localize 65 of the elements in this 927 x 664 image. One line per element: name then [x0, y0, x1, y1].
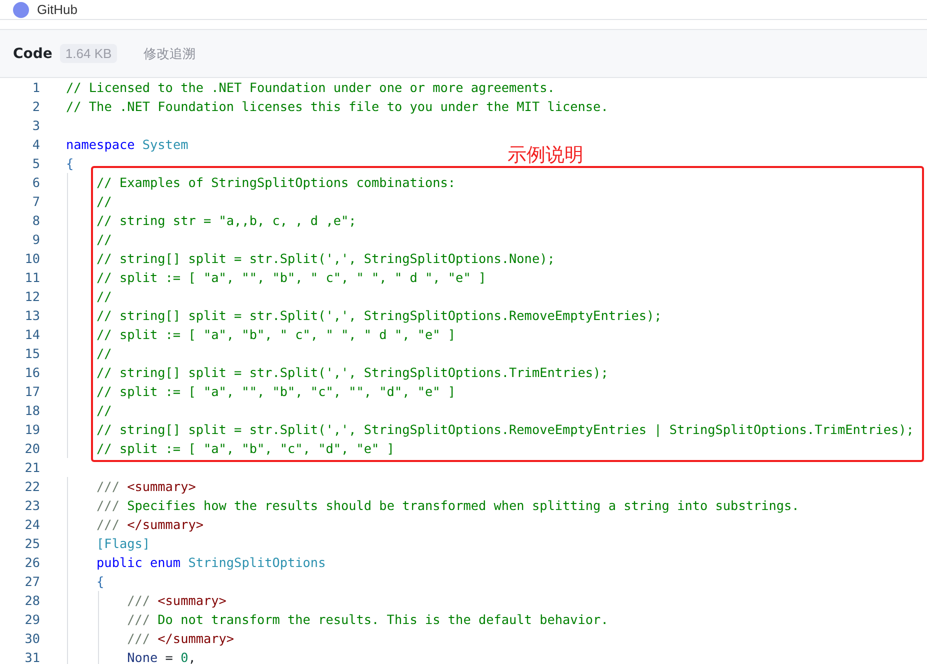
line-number: 6 — [31, 174, 41, 192]
site-name: GitHub — [37, 2, 78, 18]
view-tab[interactable]: Code — [13, 46, 52, 62]
line-number: 21 — [24, 459, 41, 477]
code-line: /// <summary> — [127, 593, 226, 608]
line-number: 1 — [31, 79, 41, 97]
line-number: 12 — [24, 288, 41, 306]
code-line: { — [96, 574, 104, 589]
line-number: 24 — [24, 516, 41, 534]
code-line: public enum StringSplitOptions — [96, 555, 326, 570]
line-number: 14 — [24, 326, 41, 344]
code-line: [Flags] — [96, 536, 150, 551]
code-line: // Licensed to the .NET Foundation under one or more agreements. — [66, 80, 555, 95]
line-number: 26 — [24, 554, 41, 572]
code-line: /// Do not transform the results. This is the default behavior. — [127, 612, 608, 627]
file-size: 1.64 KB — [60, 44, 117, 63]
avatar-icon — [13, 2, 29, 18]
code-line: // string[] split = str.Split(',', StringSplitOptions.RemoveEmptyEntries); — [96, 308, 662, 323]
code-line: /// </summary> — [127, 631, 234, 646]
line-number: 8 — [31, 212, 41, 230]
line-number: 3 — [31, 117, 41, 135]
line-number: 28 — [24, 592, 41, 610]
line-number: 13 — [24, 307, 41, 325]
line-number: 7 — [31, 193, 41, 211]
code-line: // — [96, 346, 112, 361]
code-line: // split := [ "a", "b", " c", " ", " d ", "e" ] — [96, 327, 456, 342]
line-number: 18 — [24, 402, 41, 420]
code-line: // — [96, 232, 112, 247]
code-line: // split := [ "a", "", "b", " c", " ", " d ", "e" ] — [96, 270, 486, 285]
code-line: /// </summary> — [96, 517, 204, 532]
code-line: /// <summary> — [96, 479, 196, 494]
code-line: // — [96, 194, 112, 209]
code-line: // string[] split = str.Split(',', StringSplitOptions.RemoveEmptyEntries | StringSplitOptions.TrimEntries); — [96, 422, 914, 437]
line-number: 10 — [24, 250, 41, 268]
code-line: // split := [ "a", "", "b", "c", "", "d", "e" ] — [96, 384, 456, 399]
line-number: 4 — [31, 136, 41, 154]
line-number: 20 — [24, 440, 41, 458]
code-line: namespace System — [66, 137, 188, 152]
line-number: 23 — [24, 497, 41, 515]
line-number: 27 — [24, 573, 41, 591]
line-number: 17 — [24, 383, 41, 401]
line-number: 11 — [24, 269, 41, 287]
line-number: 9 — [31, 231, 41, 249]
line-number: 15 — [24, 345, 41, 363]
line-number: 19 — [24, 421, 41, 439]
line-number: 30 — [24, 630, 41, 648]
code-line: // string[] split = str.Split(',', StringSplitOptions.TrimEntries); — [96, 365, 608, 380]
code-line: { — [66, 156, 74, 171]
code-line: // string[] split = str.Split(',', StringSplitOptions.None); — [96, 251, 555, 266]
line-number: 22 — [24, 478, 41, 496]
line-number: 5 — [31, 155, 41, 173]
code-line: None = 0, — [127, 650, 196, 664]
code-line: // string str = "a,,b, c, , d ,e"; — [96, 213, 356, 228]
code-line: // The .NET Foundation licenses this file to you under the MIT license. — [66, 99, 608, 114]
annotation-label: 示例说明 — [508, 143, 584, 167]
line-number: 2 — [31, 98, 41, 116]
code-line: /// Specifies how the results should be transformed when splitting a string into substrings. — [96, 498, 800, 513]
line-number: 25 — [24, 535, 41, 553]
line-number: 16 — [24, 364, 41, 382]
line-number: 29 — [24, 611, 41, 629]
line-number: 31 — [24, 649, 41, 664]
code-line: // Examples of StringSplitOptions combinations: — [96, 175, 456, 190]
code-line: // split := [ "a", "b", "c", "d", "e" ] — [96, 441, 394, 456]
code-line: // — [96, 403, 112, 418]
code-line: // — [96, 289, 112, 304]
